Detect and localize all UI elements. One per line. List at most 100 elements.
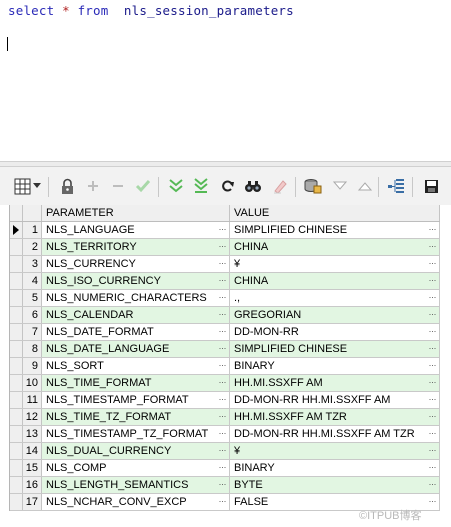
cell-edit-button[interactable]: ··· [219,341,227,355]
row-indicator[interactable] [10,239,23,255]
row-indicator[interactable] [10,443,23,459]
export-icon[interactable] [304,177,322,195]
row-indicator[interactable] [10,222,23,238]
results-grid[interactable]: PARAMETER VALUE 1 NLS_LANGUAGE ··· SIMPLIFI… [9,205,440,511]
cell-parameter[interactable]: NLS_COMP ··· [42,460,230,476]
cell-edit-button[interactable]: ··· [219,409,227,423]
grid-view-icon[interactable] [13,177,31,195]
cell-value[interactable]: SIMPLIFIED CHINESE ··· [230,341,440,357]
cell-value[interactable]: BINARY ··· [230,460,440,476]
cell-value[interactable]: HH.MI.SSXFF AM ··· [230,375,440,391]
cell-edit-button[interactable]: ··· [429,426,437,440]
cell-edit-button[interactable]: ··· [219,426,227,440]
row-indicator[interactable] [10,392,23,408]
cell-value[interactable]: BYTE ··· [230,477,440,493]
table-row[interactable]: 13 NLS_TIMESTAMP_TZ_FORMAT ··· DD-MON-RR HH… [10,426,440,443]
cell-edit-button[interactable]: ··· [219,307,227,321]
table-row[interactable]: 3 NLS_CURRENCY ··· ¥ ··· [10,256,440,273]
table-row[interactable]: 1 NLS_LANGUAGE ··· SIMPLIFIED CHINESE ··· [10,222,440,239]
cell-edit-button[interactable]: ··· [219,290,227,304]
table-row[interactable]: 15 NLS_COMP ··· BINARY ··· [10,460,440,477]
cell-parameter[interactable]: NLS_DATE_LANGUAGE ··· [42,341,230,357]
cell-edit-button[interactable]: ··· [219,222,227,236]
grid-dropdown-icon[interactable] [32,177,42,195]
row-indicator[interactable] [10,324,23,340]
cell-parameter[interactable]: NLS_LENGTH_SEMANTICS ··· [42,477,230,493]
cell-value[interactable]: DD-MON-RR HH.MI.SSXFF AM TZR ··· [230,426,440,442]
table-row[interactable]: 4 NLS_ISO_CURRENCY ··· CHINA ··· [10,273,440,290]
row-indicator[interactable] [10,290,23,306]
cell-edit-button[interactable]: ··· [429,256,437,270]
cell-parameter[interactable]: NLS_TIME_FORMAT ··· [42,375,230,391]
cell-parameter[interactable]: NLS_TIME_TZ_FORMAT ··· [42,409,230,425]
cell-edit-button[interactable]: ··· [429,239,437,253]
cell-parameter[interactable]: NLS_TERRITORY ··· [42,239,230,255]
cell-parameter[interactable]: NLS_DATE_FORMAT ··· [42,324,230,340]
cell-edit-button[interactable]: ··· [429,273,437,287]
filter-down-icon[interactable] [331,177,349,195]
cell-edit-button[interactable]: ··· [219,494,227,508]
cell-edit-button[interactable]: ··· [429,477,437,491]
row-indicator[interactable] [10,341,23,357]
cell-value[interactable]: ¥ ··· [230,443,440,459]
sql-editor[interactable]: select * from nls_session_parameters [0,0,451,161]
row-indicator[interactable] [10,426,23,442]
clear-icon[interactable] [271,177,289,195]
next-page-icon[interactable] [167,177,185,195]
row-indicator[interactable] [10,307,23,323]
column-header-parameter[interactable]: PARAMETER [42,205,230,221]
cell-edit-button[interactable]: ··· [219,392,227,406]
cell-edit-button[interactable]: ··· [219,375,227,389]
column-header-value[interactable]: VALUE [230,205,440,221]
cell-edit-button[interactable]: ··· [219,460,227,474]
cell-edit-button[interactable]: ··· [429,358,437,372]
cell-edit-button[interactable]: ··· [429,290,437,304]
cell-value[interactable]: ., ··· [230,290,440,306]
add-record-icon[interactable] [84,177,102,195]
cell-parameter[interactable]: NLS_CALENDAR ··· [42,307,230,323]
table-row[interactable]: 16 NLS_LENGTH_SEMANTICS ··· BYTE ··· [10,477,440,494]
table-row[interactable]: 7 NLS_DATE_FORMAT ··· DD-MON-RR ··· [10,324,440,341]
cell-parameter[interactable]: NLS_SORT ··· [42,358,230,374]
table-row[interactable]: 11 NLS_TIMESTAMP_FORMAT ··· DD-MON-RR HH.MI… [10,392,440,409]
cell-edit-button[interactable]: ··· [429,222,437,236]
row-indicator[interactable] [10,273,23,289]
row-indicator[interactable] [10,256,23,272]
filter-up-icon[interactable] [356,177,374,195]
cell-parameter[interactable]: NLS_ISO_CURRENCY ··· [42,273,230,289]
cell-value[interactable]: CHINA ··· [230,273,440,289]
cell-parameter[interactable]: NLS_LANGUAGE ··· [42,222,230,238]
cell-value[interactable]: DD-MON-RR ··· [230,324,440,340]
table-row[interactable]: 8 NLS_DATE_LANGUAGE ··· SIMPLIFIED CHINESE ·… [10,341,440,358]
table-row[interactable]: 5 NLS_NUMERIC_CHARACTERS ···., ··· [10,290,440,307]
row-indicator[interactable] [10,477,23,493]
row-indicator[interactable] [10,358,23,374]
save-icon[interactable] [422,177,440,195]
table-row[interactable]: 12 NLS_TIME_TZ_FORMAT ··· HH.MI.SSXFF AM TZ… [10,409,440,426]
row-indicator[interactable] [10,460,23,476]
cell-edit-button[interactable]: ··· [219,358,227,372]
last-page-icon[interactable] [192,177,210,195]
table-row[interactable]: 10 NLS_TIME_FORMAT ··· HH.MI.SSXFF AM ··· [10,375,440,392]
cell-parameter[interactable]: NLS_TIMESTAMP_TZ_FORMAT ··· [42,426,230,442]
table-row[interactable]: 2 NLS_TERRITORY ··· CHINA ··· [10,239,440,256]
cell-edit-button[interactable]: ··· [429,375,437,389]
cell-value[interactable]: DD-MON-RR HH.MI.SSXFF AM ··· [230,392,440,408]
lock-icon[interactable] [58,177,76,195]
cell-edit-button[interactable]: ··· [429,409,437,423]
delete-record-icon[interactable] [109,177,127,195]
cell-parameter[interactable]: NLS_DUAL_CURRENCY ··· [42,443,230,459]
sql-statement[interactable]: select * from nls_session_parameters [8,3,294,18]
row-indicator[interactable] [10,375,23,391]
find-icon[interactable] [244,177,262,195]
cell-parameter[interactable]: NLS_TIMESTAMP_FORMAT ··· [42,392,230,408]
tree-view-icon[interactable] [387,177,405,195]
cell-parameter[interactable]: NLS_NUMERIC_CHARACTERS ··· [42,290,230,306]
cell-edit-button[interactable]: ··· [429,494,437,508]
cell-parameter[interactable]: NLS_CURRENCY ··· [42,256,230,272]
cell-edit-button[interactable]: ··· [219,443,227,457]
cell-value[interactable]: HH.MI.SSXFF AM TZR ··· [230,409,440,425]
table-row[interactable]: 14 NLS_DUAL_CURRENCY ··· ¥ ··· [10,443,440,460]
row-indicator[interactable] [10,494,23,510]
cell-edit-button[interactable]: ··· [429,460,437,474]
